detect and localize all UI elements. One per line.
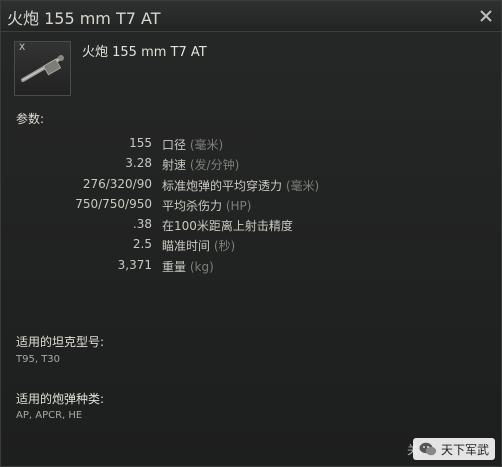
param-row-weight: 3,371 重量 (kg)	[1, 258, 501, 278]
gun-icon: X	[14, 41, 71, 96]
param-row-penetration: 276/320/90 标准炮弹的平均穿透力 (毫米)	[1, 177, 501, 197]
gun-name: 火炮 155 mm T7 AT	[82, 45, 207, 60]
ammo-types-heading: 适用的炮弹种类:	[16, 392, 105, 406]
param-label: 口径 (毫米)	[162, 138, 224, 152]
watermark-text: 天下军武	[440, 442, 489, 457]
param-label: 标准炮弹的平均穿透力 (毫米)	[162, 179, 320, 193]
param-row-caliber: 155 口径 (毫米)	[1, 136, 501, 156]
window-title: 火炮 155 mm T7 AT	[7, 9, 161, 28]
compatible-tanks-heading: 适用的坦克型号:	[16, 335, 105, 349]
gun-info-window: 火炮 155 mm T7 AT X 火炮 155 mm T7 AT 参数: 15…	[0, 0, 502, 467]
wechat-icon	[419, 442, 437, 455]
param-row-accuracy: .38 在100米距离上射击精度	[1, 217, 501, 237]
param-unit: (HP)	[225, 199, 252, 213]
param-label: 射速 (发/分钟)	[162, 158, 240, 172]
param-value: 155	[129, 136, 152, 150]
param-row-aim-time: 2.5 瞄准时间 (秒)	[1, 237, 501, 257]
param-label: 在100米距离上射击精度	[162, 219, 293, 233]
param-unit: (毫米)	[189, 138, 224, 152]
close-icon[interactable]	[477, 7, 495, 25]
param-value: 750/750/950	[75, 197, 152, 211]
compatible-tanks-list: T95, T30	[16, 354, 61, 365]
param-value: 3.28	[125, 156, 152, 170]
param-unit: (发/分钟)	[189, 158, 240, 172]
param-unit: (kg)	[189, 260, 214, 274]
watermark: 天下军武	[412, 438, 495, 460]
param-value: .38	[132, 217, 152, 231]
param-row-rate-of-fire: 3.28 射速 (发/分钟)	[1, 156, 501, 176]
title-bar[interactable]: 火炮 155 mm T7 AT	[1, 1, 501, 32]
param-label: 瞄准时间 (秒)	[162, 239, 236, 253]
param-unit: (秒)	[213, 239, 236, 253]
param-label: 重量 (kg)	[162, 260, 214, 274]
param-row-damage: 750/750/950 平均杀伤力 (HP)	[1, 197, 501, 217]
ammo-types-list: AP, APCR, HE	[16, 410, 83, 421]
param-value: 3,371	[117, 258, 152, 272]
param-unit: (毫米)	[285, 179, 320, 193]
params-heading: 参数:	[16, 112, 45, 126]
param-value: 2.5	[132, 237, 152, 251]
param-label: 平均杀伤力 (HP)	[162, 199, 252, 213]
param-value: 276/320/90	[82, 177, 152, 191]
